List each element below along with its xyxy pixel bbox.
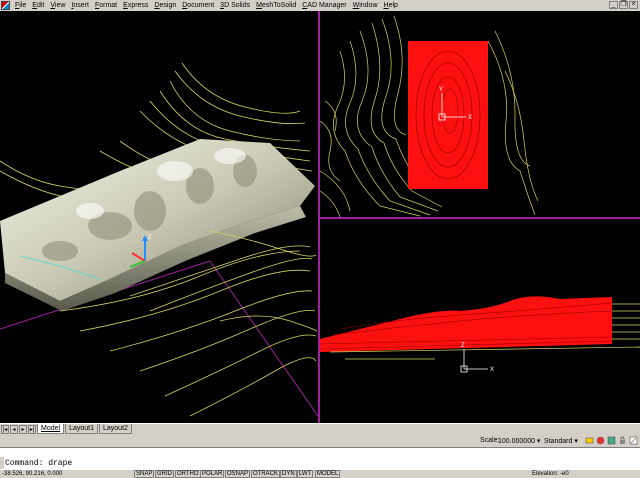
svg-text:Z: Z xyxy=(148,235,152,241)
restore-button[interactable]: ❐ xyxy=(619,1,628,9)
annotation-visibility-icon[interactable] xyxy=(585,436,594,445)
auto-scale-icon[interactable] xyxy=(596,436,605,445)
tab-layout2-label: Layout2 xyxy=(103,425,128,432)
menu-item[interactable]: CAD Manager xyxy=(299,0,349,11)
ground-plane-edge xyxy=(209,260,318,417)
autocad-app-icon[interactable] xyxy=(1,1,10,10)
menu-item-label: ile xyxy=(19,2,27,9)
viewport-3d-perspective[interactable]: Z xyxy=(0,11,318,423)
close-button[interactable]: × xyxy=(629,1,638,9)
elevation-label: Elevation: xyxy=(532,471,559,477)
minimize-button[interactable]: _ xyxy=(609,1,618,9)
menu-item[interactable]: MeshToSolid xyxy=(253,0,299,11)
menu-item-label: D Solids xyxy=(224,2,251,9)
cursor-coordinates[interactable]: -38.526, 90.216, 0.000 xyxy=(2,470,62,478)
menu-item-label: nsert xyxy=(73,2,89,9)
menu-item[interactable]: File xyxy=(12,0,29,11)
tab-model-label: Model xyxy=(41,425,61,432)
lock-icon[interactable] xyxy=(618,436,627,445)
polar-toggle[interactable]: POLAR xyxy=(200,470,225,478)
annotation-scale-bar: Scale: 100.000000 ▾ Standard ▾ xyxy=(0,435,640,447)
dyn-toggle[interactable]: DYN xyxy=(280,470,297,478)
command-history xyxy=(5,449,605,457)
tab-model[interactable]: Model xyxy=(37,424,65,434)
elevation-value: -e0 xyxy=(560,471,569,477)
tab-nav-last-button[interactable]: ▸| xyxy=(28,424,36,434)
tab-layout2[interactable]: Layout2 xyxy=(99,424,132,434)
menu-item-label: iew xyxy=(54,2,66,9)
tab-layout1-label: Layout1 xyxy=(69,425,94,432)
command-line-window[interactable]: Command: drape xyxy=(0,447,640,469)
menu-item[interactable]: View xyxy=(47,0,68,11)
visual-style-dropdown[interactable]: Standard ▾ xyxy=(544,437,578,445)
elevation-readout: Elevation: -e0 xyxy=(532,470,569,478)
front-view-drawing: Z X xyxy=(320,296,640,373)
menu-item[interactable]: Format xyxy=(92,0,120,11)
otrack-toggle[interactable]: OTRACK xyxy=(251,470,281,478)
plan-view-drawing: Y X xyxy=(320,15,539,217)
menu-item-label: elp xyxy=(388,2,398,9)
menu-item-label: ocument xyxy=(187,2,215,9)
menu-item-label: esign xyxy=(159,2,177,9)
ucs-z-label: Z xyxy=(461,343,465,349)
scale-label: Scale: xyxy=(480,437,500,444)
viewport-plan[interactable]: Y X xyxy=(320,11,640,217)
mesh-profile-front xyxy=(320,296,612,352)
model-toggle[interactable]: MODEL xyxy=(315,470,341,478)
terrain-3d-render: Z xyxy=(0,62,318,417)
menu-item-label: dit xyxy=(36,2,45,9)
tab-nav-next-button[interactable]: ▸ xyxy=(19,424,27,434)
menu-item[interactable]: Design xyxy=(151,0,179,11)
tab-layout1[interactable]: Layout1 xyxy=(65,424,98,434)
scale-dropdown[interactable]: 100.000000 ▾ xyxy=(498,437,540,445)
menu-item-label: indow xyxy=(359,2,378,9)
menu-item[interactable]: Express xyxy=(120,0,151,11)
status-bar: -38.526, 90.216, 0.000 SNAP GRID ORTHO P… xyxy=(0,469,640,478)
layout-tab-bar: |◂ ◂ ▸ ▸| Model Layout1 Layout2 xyxy=(0,423,640,434)
snap-toggle[interactable]: SNAP xyxy=(134,470,155,478)
ortho-toggle[interactable]: ORTHO xyxy=(175,470,201,478)
command-grip[interactable] xyxy=(0,457,4,469)
menu-item-label: ormat xyxy=(99,2,118,9)
menu-items: File Edit View Insert Format Express Design Doc… xyxy=(12,0,401,11)
menu-item-label: xpress xyxy=(127,2,149,9)
workspace-icon[interactable] xyxy=(607,436,616,445)
menu-item[interactable]: Insert xyxy=(68,0,92,11)
menu-bar: File Edit View Insert Format Express Design Doc… xyxy=(0,0,640,11)
ucs-x-label: X xyxy=(468,115,472,121)
tab-nav-prev-button[interactable]: ◂ xyxy=(10,424,18,434)
menu-item[interactable]: Document xyxy=(179,0,217,11)
ucs-x-label: X xyxy=(490,367,494,373)
menu-item-label: eshToSolid xyxy=(261,2,297,9)
grid-toggle[interactable]: GRID xyxy=(155,470,174,478)
clean-screen-icon[interactable] xyxy=(629,436,638,445)
drawing-area[interactable]: Z Y X Z X xyxy=(0,11,640,423)
lwt-toggle[interactable]: LWT xyxy=(297,470,314,478)
ucs-y-label: Y xyxy=(439,87,443,93)
menu-item[interactable]: Edit xyxy=(29,0,47,11)
tab-nav-first-button[interactable]: |◂ xyxy=(1,424,9,434)
osnap-toggle[interactable]: OSNAP xyxy=(225,470,251,478)
menu-item[interactable]: Window xyxy=(350,0,381,11)
viewport-front[interactable]: Z X xyxy=(320,219,640,423)
menu-item-label: AD Manager xyxy=(307,2,347,9)
command-input[interactable]: Command: drape xyxy=(5,459,605,469)
menu-item[interactable]: Help xyxy=(381,0,401,11)
menu-item[interactable]: 3D Solids xyxy=(217,0,253,11)
